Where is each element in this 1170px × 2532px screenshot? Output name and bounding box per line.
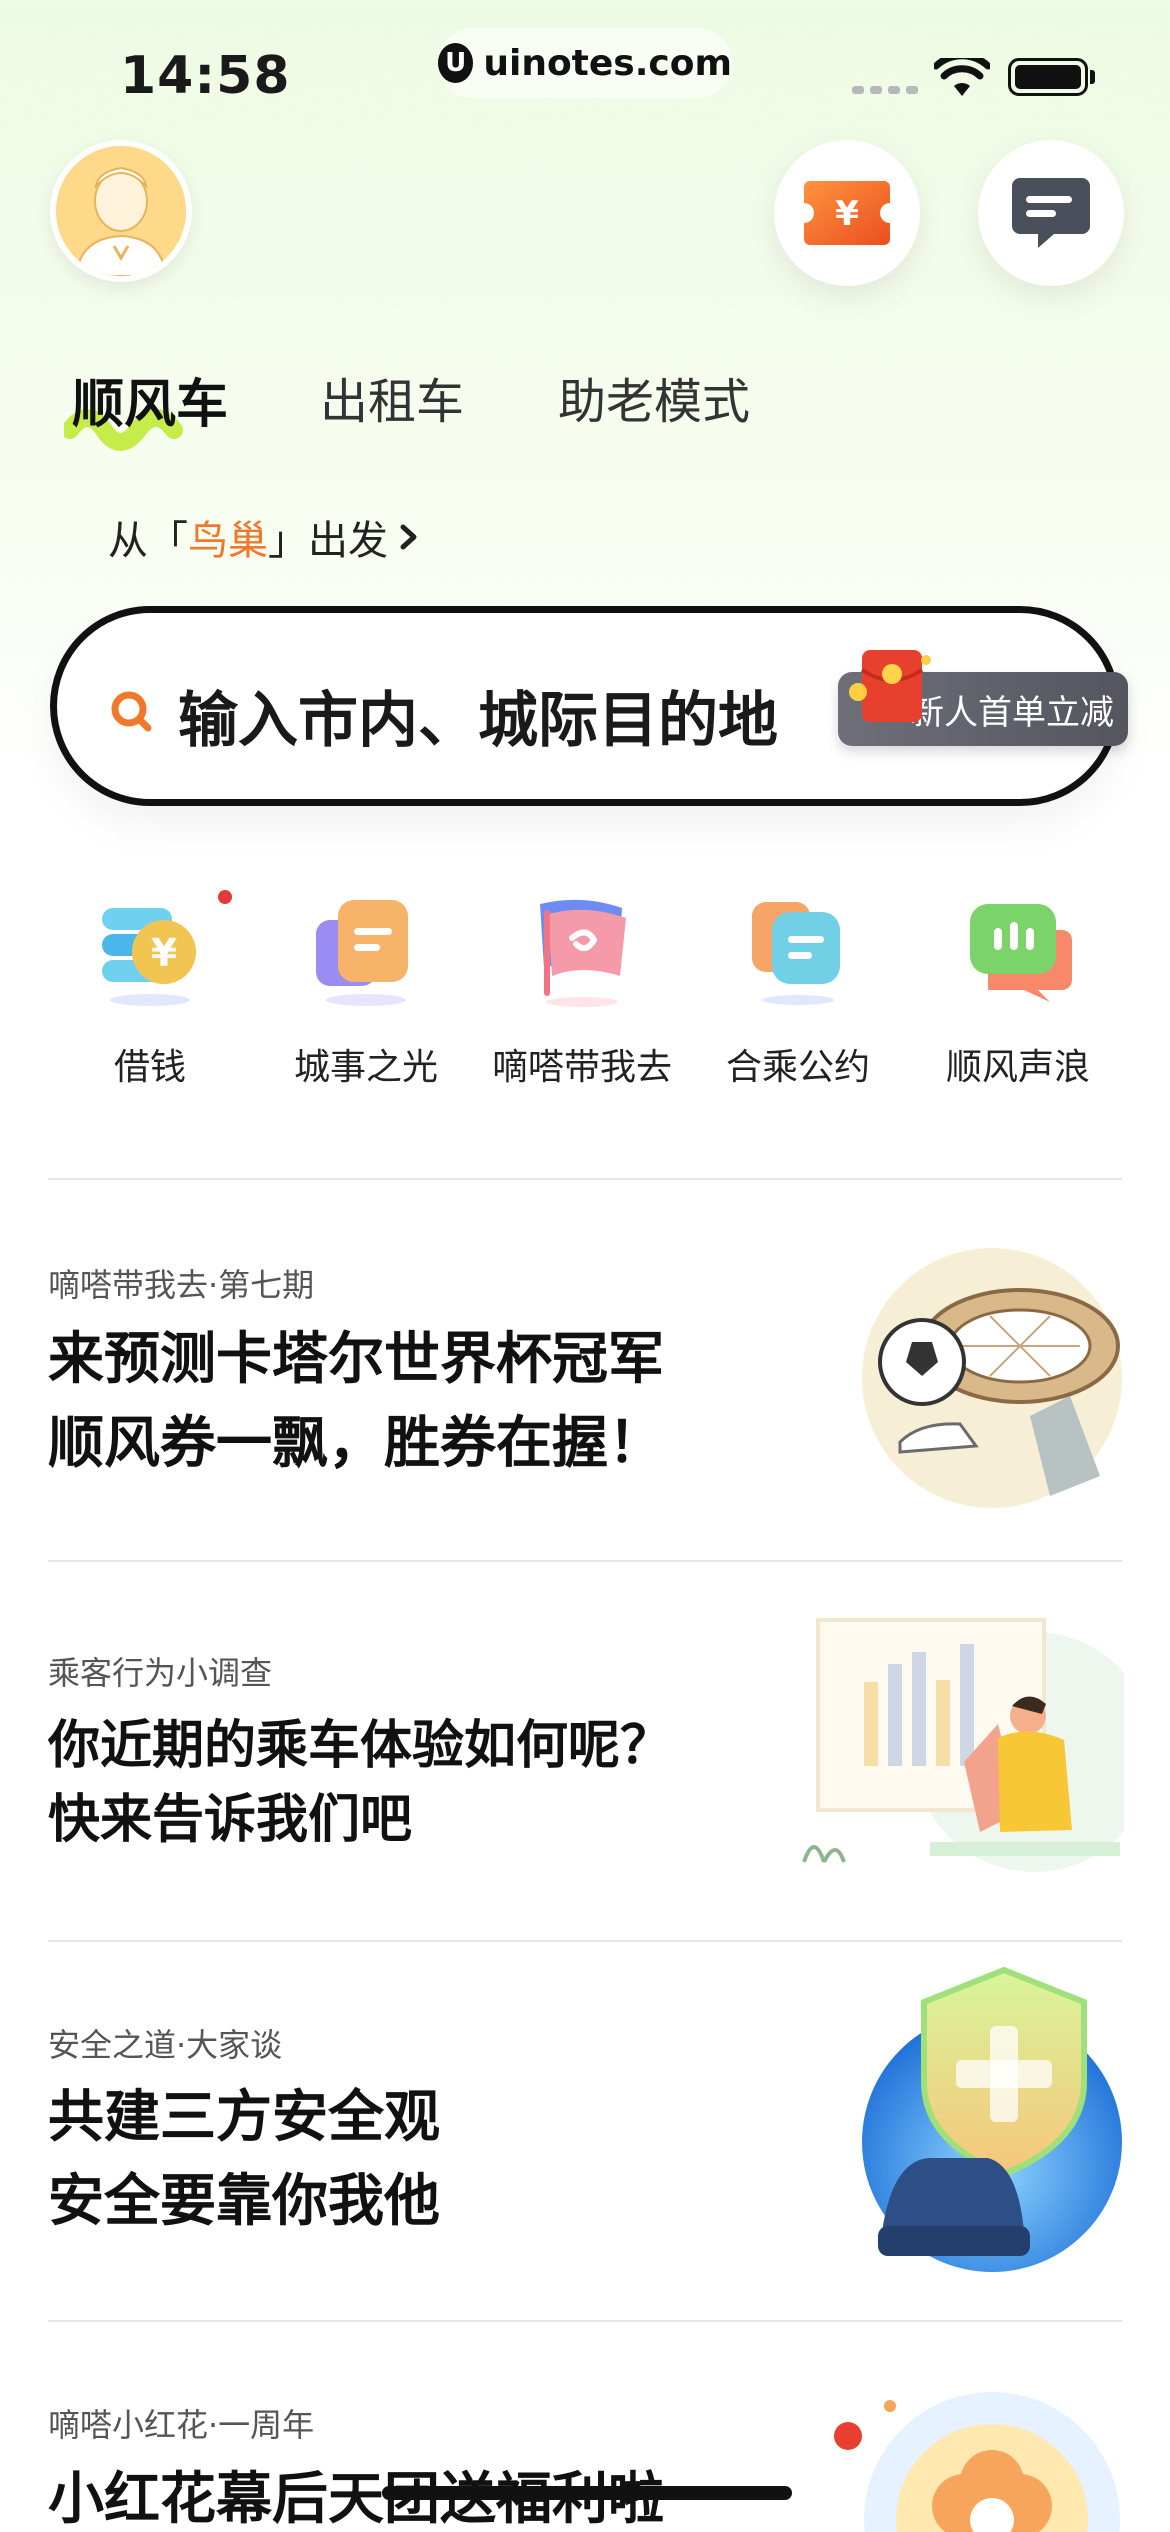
departure-prefix: 从「 [108,518,188,564]
site-logo-icon: U [438,43,474,83]
card-tag: 乘客行为小调查 [48,1654,273,1692]
red-envelope-icon [849,650,931,722]
flag-icon [540,899,626,1007]
svg-text:¥: ¥ [151,931,177,975]
agreement-card-icon [752,902,840,1005]
card-title-line2: 安全要靠你我他 [48,2169,440,2234]
tab-elderly-mode[interactable]: 助老模式 [558,362,750,432]
yen-ticket-icon: ¥ [804,181,890,245]
search-icon [111,691,152,732]
status-time: 14:58 [120,46,291,106]
card-title-line2: 顺风券一飘，胜券在握！ [48,1411,664,1476]
quick-entry-label: 借钱 [113,1047,186,1088]
world-cup-stadium-illustration [862,1248,1122,1508]
red-flower-illustration [834,2392,1120,2532]
tab-taxi[interactable]: 出租车 [320,362,464,432]
tab-shunfengche[interactable]: 顺风车 [72,362,228,437]
voice-chat-icon [970,904,1072,1002]
svg-text:¥: ¥ [835,194,859,234]
quick-entry-label: 嘀嗒带我去 [491,1047,672,1088]
card-title-line1: 你近期的乘车体验如何呢？ [48,1716,673,1776]
chevron-right-icon [400,524,417,550]
yen-coin-stack-icon: ¥ [102,908,196,1006]
avatar[interactable] [50,140,192,282]
quick-entry-borrow[interactable]: ¥ 借钱 [40,890,260,1090]
departure-place: 鸟巢 [188,518,268,564]
url-pill[interactable]: U uinotes.com [438,28,732,98]
quick-entry-carpool-pact[interactable]: 合乘公约 [688,890,908,1090]
chat-icon [1012,178,1090,248]
card-tag: 安全之道·大家谈 [48,2026,283,2064]
quick-entry-city-light[interactable]: 城事之光 [256,890,476,1090]
safety-shield-car-illustration [862,1966,1122,2272]
battery-icon [1008,58,1088,96]
coupon-button[interactable]: ¥ [774,140,920,286]
card-title-line2: 快来告诉我们吧 [48,1790,413,1850]
card-title-line1: 来预测卡塔尔世界杯冠军 [48,1327,664,1392]
document-card-icon [316,900,408,1006]
avatar-person-icon [56,146,186,276]
card-tag: 嘀嗒小红花·一周年 [48,2406,315,2444]
card-title-line1: 共建三方安全观 [48,2085,440,2150]
departure-suffix: 」出发 [268,518,388,564]
quick-entry-voice-wave[interactable]: 顺风声浪 [908,890,1128,1090]
quick-entry-label: 城事之光 [293,1047,438,1088]
message-button[interactable] [978,140,1124,286]
quick-entry-take-me[interactable]: 嘀嗒带我去 [472,890,692,1090]
quick-entry-label: 顺风声浪 [945,1047,1090,1088]
cellular-signal-icon [852,86,918,94]
wifi-icon [934,58,990,96]
home-indicator [382,2486,792,2500]
url-text: uinotes.com [483,42,732,84]
quick-entry-label: 合乘公约 [725,1047,870,1088]
survey-presenter-illustration [802,1618,1124,1872]
battery-cap [1090,70,1095,84]
departure-selector[interactable]: 从「 鸟巢 」出发 [108,508,422,566]
card-tag: 嘀嗒带我去·第七期 [48,1266,315,1304]
search-placeholder[interactable]: 输入市内、城际目的地 [178,672,778,759]
